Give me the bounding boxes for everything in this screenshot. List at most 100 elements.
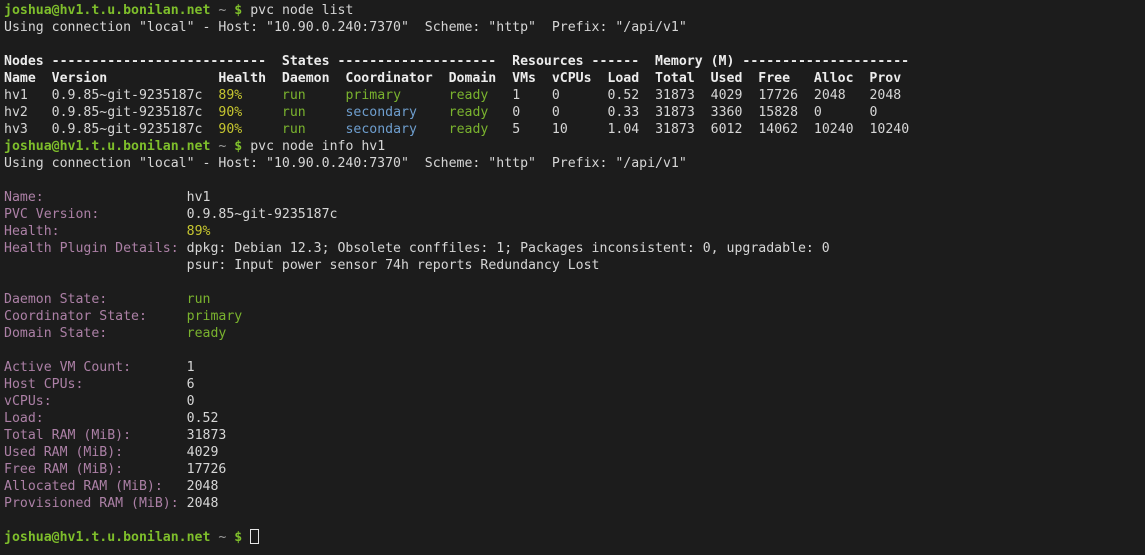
info-label: Load:	[4, 411, 44, 426]
info-label: Allocated RAM (MiB):	[4, 479, 163, 494]
command-pvc-node-list: pvc node list	[242, 3, 353, 18]
node-health: 90%	[218, 105, 282, 120]
spacer	[131, 360, 187, 375]
info-label: Domain State:	[4, 326, 107, 341]
info-label: Name:	[4, 190, 44, 205]
node-name: hv2	[4, 105, 52, 120]
info-label: Free RAM (MiB):	[4, 462, 123, 477]
terminal-line: Name Version Health Daemon Coordinator D…	[4, 70, 1145, 87]
spacer	[83, 377, 186, 392]
info-value: hv1	[187, 190, 211, 205]
info-value: primary	[187, 309, 243, 324]
info-value: 31873	[187, 428, 227, 443]
terminal-line: Domain State: ready	[4, 325, 1145, 342]
info-value: 2048	[187, 496, 219, 511]
terminal-line: Using connection "local" - Host: "10.90.…	[4, 155, 1145, 172]
terminal-line: Load: 0.52	[4, 410, 1145, 427]
info-value: 2048	[187, 479, 219, 494]
terminal-line: hv1 0.9.85~git-9235187c 89% run primary …	[4, 87, 1145, 104]
node-health: 89%	[218, 88, 282, 103]
node-resources: 0 0 0.33 31873 3360 15828 0 0	[512, 105, 877, 120]
node-coordinator-state: secondary	[345, 105, 448, 120]
terminal-line: Host CPUs: 6	[4, 376, 1145, 393]
info-label: Host CPUs:	[4, 377, 83, 392]
node-resources: 1 0 0.52 31873 4029 17726 2048 2048	[512, 88, 901, 103]
node-domain-state: ready	[449, 105, 513, 120]
table-section-header: Nodes --------------------------- States…	[4, 54, 909, 69]
terminal-line: Free RAM (MiB): 17726	[4, 461, 1145, 478]
info-label: Coordinator State:	[4, 309, 147, 324]
spacer	[107, 326, 186, 341]
node-daemon-state: run	[282, 122, 346, 137]
info-value: 1	[187, 360, 195, 375]
info-label: vCPUs:	[4, 394, 52, 409]
terminal-line: Health: 89%	[4, 223, 1145, 240]
info-value: 6	[187, 377, 195, 392]
info-value: 4029	[187, 445, 219, 460]
connection-info: Using connection "local" - Host: "10.90.…	[4, 156, 687, 171]
spacer	[179, 496, 187, 511]
terminal-line: Name: hv1	[4, 189, 1145, 206]
node-version: 0.9.85~git-9235187c	[52, 122, 219, 137]
spacer	[107, 292, 186, 307]
spacer	[147, 309, 187, 324]
terminal-line: vCPUs: 0	[4, 393, 1145, 410]
node-daemon-state: run	[282, 88, 346, 103]
terminal-cursor	[250, 529, 259, 544]
info-value: 17726	[187, 462, 227, 477]
spacer	[179, 241, 187, 256]
terminal-line: Using connection "local" - Host: "10.90.…	[4, 19, 1145, 36]
info-label: Provisioned RAM (MiB):	[4, 496, 179, 511]
node-health: 90%	[218, 122, 282, 137]
connection-info: Using connection "local" - Host: "10.90.…	[4, 20, 687, 35]
info-label: Total RAM (MiB):	[4, 428, 131, 443]
terminal-line: Nodes --------------------------- States…	[4, 53, 1145, 70]
info-label: Health:	[4, 224, 60, 239]
spacer	[44, 411, 187, 426]
terminal-line: hv3 0.9.85~git-9235187c 90% run secondar…	[4, 121, 1145, 138]
prompt-user-host: joshua@hv1.t.u.bonilan.net	[4, 530, 210, 545]
info-value: 89%	[187, 224, 211, 239]
terminal-line: Active VM Count: 1	[4, 359, 1145, 376]
terminal-line	[4, 342, 1145, 359]
terminal-line: Total RAM (MiB): 31873	[4, 427, 1145, 444]
info-label: Used RAM (MiB):	[4, 445, 123, 460]
info-value: ready	[187, 326, 227, 341]
terminal-line: PVC Version: 0.9.85~git-9235187c	[4, 206, 1145, 223]
node-coordinator-state: secondary	[345, 122, 448, 137]
terminal-line: Coordinator State: primary	[4, 308, 1145, 325]
info-value: run	[187, 292, 211, 307]
terminal-line: Used RAM (MiB): 4029	[4, 444, 1145, 461]
spacer	[242, 530, 250, 545]
node-resources: 5 10 1.04 31873 6012 14062 10240 10240	[512, 122, 909, 137]
terminal-line: Provisioned RAM (MiB): 2048	[4, 495, 1145, 512]
terminal-line: Health Plugin Details: dpkg: Debian 12.3…	[4, 240, 1145, 257]
spacer	[60, 224, 187, 239]
terminal-line	[4, 274, 1145, 291]
command-pvc-node-info: pvc node info hv1	[242, 139, 385, 154]
node-version: 0.9.85~git-9235187c	[52, 105, 219, 120]
spacer	[44, 190, 187, 205]
info-value: dpkg: Debian 12.3; Obsolete conffiles: 1…	[187, 241, 830, 256]
terminal-screen[interactable]: joshua@hv1.t.u.bonilan.net ~ $ pvc node …	[0, 0, 1145, 555]
terminal-line	[4, 172, 1145, 189]
spacer	[4, 258, 187, 273]
spacer	[52, 394, 187, 409]
terminal-line: Daemon State: run	[4, 291, 1145, 308]
info-value: psur: Input power sensor 74h reports Red…	[187, 258, 600, 273]
node-domain-state: ready	[449, 122, 513, 137]
spacer	[123, 462, 187, 477]
table-column-header: Name Version Health Daemon Coordinator D…	[4, 71, 901, 86]
terminal-line	[4, 36, 1145, 53]
prompt-user-host: joshua@hv1.t.u.bonilan.net	[4, 139, 210, 154]
info-label: Daemon State:	[4, 292, 107, 307]
spacer	[99, 207, 186, 222]
info-label: PVC Version:	[4, 207, 99, 222]
terminal-line: hv2 0.9.85~git-9235187c 90% run secondar…	[4, 104, 1145, 121]
info-label: Health Plugin Details:	[4, 241, 179, 256]
node-domain-state: ready	[449, 88, 513, 103]
node-daemon-state: run	[282, 105, 346, 120]
info-value: 0.52	[187, 411, 219, 426]
node-name: hv1	[4, 88, 52, 103]
spacer	[163, 479, 187, 494]
